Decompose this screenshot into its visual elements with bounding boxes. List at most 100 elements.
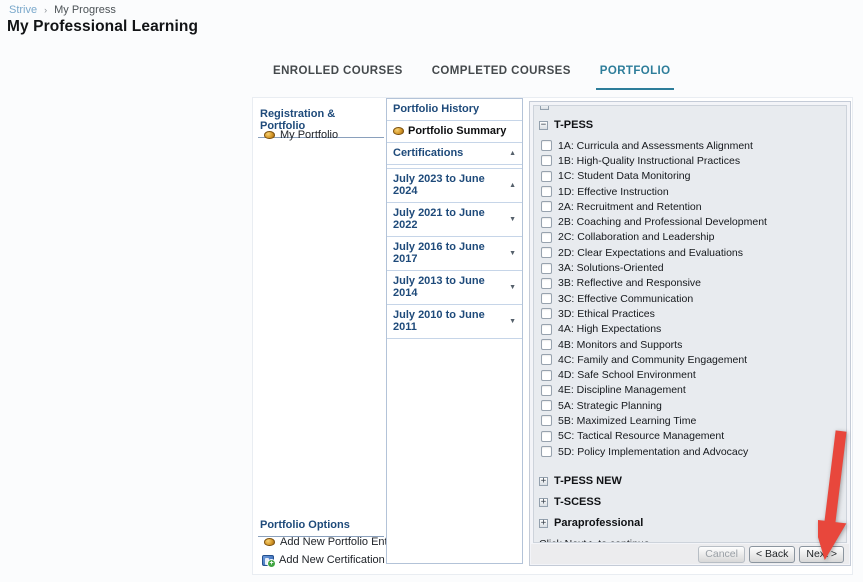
rubric-checkbox-row[interactable]: 3D: Ethical Practices	[539, 306, 842, 321]
rubric-checkbox-row[interactable]: 1C: Student Data Monitoring	[539, 169, 842, 184]
tab-portfolio[interactable]: PORTFOLIO	[596, 55, 675, 90]
breadcrumb: Strive › My Progress	[9, 4, 116, 16]
period-label: July 2016 to June 2017	[393, 241, 509, 265]
checkbox-unchecked[interactable]	[541, 324, 552, 335]
next-button[interactable]: Next >	[799, 546, 844, 563]
checkbox-unchecked[interactable]	[541, 415, 552, 426]
period-label: July 2010 to June 2011	[393, 309, 509, 333]
rubric-checkbox-row[interactable]: 5D: Policy Implementation and Advocacy	[539, 444, 842, 459]
expand-arrow-icon[interactable]: ▼	[509, 284, 516, 291]
expand-arrow-icon[interactable]: ▼	[509, 250, 516, 257]
breadcrumb-current: My Progress	[54, 4, 116, 16]
checkbox-unchecked[interactable]	[541, 370, 552, 381]
truncated-expand-icon	[540, 106, 549, 110]
rubric-checkbox-row[interactable]: 3B: Reflective and Responsive	[539, 276, 842, 291]
rubric-checkbox-row[interactable]: 4C: Family and Community Engagement	[539, 352, 842, 367]
tpess-checkbox-list: 1A: Curricula and Assessments Alignment …	[539, 138, 842, 459]
rubric-checkbox-row[interactable]: 3C: Effective Communication	[539, 291, 842, 306]
checkbox-unchecked[interactable]	[541, 431, 552, 442]
rubric-checkbox-row[interactable]: 2B: Coaching and Professional Developmen…	[539, 214, 842, 229]
checkbox-unchecked[interactable]	[541, 232, 552, 243]
certification-period-row[interactable]: July 2016 to June 2017 ▼	[387, 236, 522, 271]
rubric-checkbox-row[interactable]: 5B: Maximized Learning Time	[539, 413, 842, 428]
checkbox-unchecked[interactable]	[541, 278, 552, 289]
checkbox-unchecked[interactable]	[541, 339, 552, 350]
tree-group-collapsed[interactable]: + T-PESS NEW	[539, 475, 842, 487]
checkbox-unchecked[interactable]	[541, 201, 552, 212]
rubric-checkbox-row[interactable]: 5A: Strategic Planning	[539, 398, 842, 413]
page-title: My Professional Learning	[7, 18, 198, 36]
cancel-button[interactable]: Cancel	[698, 546, 745, 563]
group-label: T-PESS NEW	[554, 475, 622, 487]
expand-plus-icon[interactable]: +	[539, 519, 548, 528]
expand-arrow-icon[interactable]: ▲	[509, 182, 516, 189]
rubric-item-label: 4B: Monitors and Supports	[558, 339, 682, 351]
certification-period-row[interactable]: July 2021 to June 2022 ▼	[387, 202, 522, 237]
rubric-checkbox-row[interactable]: 4A: High Expectations	[539, 322, 842, 337]
rubric-checkbox-row[interactable]: 5C: Tactical Resource Management	[539, 429, 842, 444]
certification-period-row[interactable]: July 2023 to June 2024 ▲	[387, 168, 522, 203]
checkbox-unchecked[interactable]	[541, 354, 552, 365]
rubric-checkbox-row[interactable]: 4B: Monitors and Supports	[539, 337, 842, 352]
rubric-checkbox-row[interactable]: 1D: Effective Instruction	[539, 184, 842, 199]
tab-completed-courses[interactable]: COMPLETED COURSES	[428, 55, 575, 90]
collapse-minus-icon[interactable]: −	[539, 121, 548, 130]
breadcrumb-separator-icon: ›	[44, 5, 47, 15]
my-portfolio-item[interactable]: My Portfolio	[264, 129, 338, 141]
rubric-checkbox-row[interactable]: 2A: Recruitment and Retention	[539, 199, 842, 214]
expand-plus-icon[interactable]: +	[539, 498, 548, 507]
tree-group-tpess[interactable]: − T-PESS	[539, 119, 842, 131]
portfolio-summary-item[interactable]: Portfolio Summary	[387, 121, 522, 143]
checkbox-unchecked[interactable]	[541, 171, 552, 182]
checkbox-unchecked[interactable]	[541, 155, 552, 166]
rubric-checkbox-row[interactable]: 4E: Discipline Management	[539, 383, 842, 398]
rubric-checkbox-row[interactable]: 2C: Collaboration and Leadership	[539, 230, 842, 245]
checkbox-unchecked[interactable]	[541, 308, 552, 319]
checkbox-unchecked[interactable]	[541, 446, 552, 457]
tab-enrolled-courses[interactable]: ENROLLED COURSES	[269, 55, 407, 90]
checkbox-unchecked[interactable]	[541, 217, 552, 228]
expand-plus-icon[interactable]: +	[539, 477, 548, 486]
gold-gem-icon	[264, 131, 275, 139]
rubric-checkbox-row[interactable]: 1A: Curricula and Assessments Alignment	[539, 138, 842, 153]
checkbox-unchecked[interactable]	[541, 140, 552, 151]
add-new-portfolio-entry-item[interactable]: Add New Portfolio Entry	[264, 536, 397, 548]
checkbox-unchecked[interactable]	[541, 247, 552, 258]
rubric-checkbox-row[interactable]: 4D: Safe School Environment	[539, 367, 842, 382]
back-button[interactable]: < Back	[749, 546, 795, 563]
certifications-header[interactable]: Certifications ▲	[387, 143, 522, 165]
rubric-checkbox-row[interactable]: 3A: Solutions-Oriented	[539, 260, 842, 275]
rubric-item-label: 1D: Effective Instruction	[558, 186, 669, 198]
collapse-arrow-icon[interactable]: ▲	[509, 150, 516, 157]
certifications-label: Certifications	[393, 147, 463, 159]
rubric-item-label: 1B: High-Quality Instructional Practices	[558, 155, 740, 167]
tree-group-collapsed[interactable]: + Paraprofessional	[539, 517, 842, 529]
portfolio-history-header: Portfolio History	[387, 99, 522, 121]
breadcrumb-home-link[interactable]: Strive	[9, 4, 37, 16]
checkbox-unchecked[interactable]	[541, 293, 552, 304]
add-new-certification-item[interactable]: Add New Certification	[262, 554, 385, 566]
rubric-item-label: 1A: Curricula and Assessments Alignment	[558, 140, 753, 152]
rubric-checkbox-row[interactable]: 2D: Clear Expectations and Evaluations	[539, 245, 842, 260]
period-label: July 2021 to June 2022	[393, 207, 509, 231]
checkbox-unchecked[interactable]	[541, 385, 552, 396]
rubric-item-label: 1C: Student Data Monitoring	[558, 170, 691, 182]
rubric-item-label: 2C: Collaboration and Leadership	[558, 231, 714, 243]
rubric-checkbox-row[interactable]: 1B: High-Quality Instructional Practices	[539, 153, 842, 168]
certification-period-row[interactable]: July 2013 to June 2014 ▼	[387, 270, 522, 305]
expand-arrow-icon[interactable]: ▼	[509, 318, 516, 325]
checkbox-unchecked[interactable]	[541, 400, 552, 411]
certification-period-row[interactable]: July 2010 to June 2011 ▼	[387, 304, 522, 339]
expand-arrow-icon[interactable]: ▼	[509, 216, 516, 223]
certification-periods-list: July 2023 to June 2024 ▲ July 2021 to Ju…	[387, 168, 522, 339]
rubric-item-label: 5A: Strategic Planning	[558, 400, 662, 412]
wizard-footer: Cancel < Back Next >	[531, 544, 849, 564]
tree-group-collapsed[interactable]: + T-SCESS	[539, 496, 842, 508]
portfolio-history-label: Portfolio History	[393, 103, 479, 115]
rubric-item-label: 5D: Policy Implementation and Advocacy	[558, 446, 748, 458]
checkbox-unchecked[interactable]	[541, 186, 552, 197]
portfolio-content-area: Registration & Portfolio My Portfolio Po…	[252, 97, 853, 575]
portfolio-summary-label: Portfolio Summary	[408, 125, 506, 137]
tab-bar: ENROLLED COURSES COMPLETED COURSES PORTF…	[269, 55, 674, 90]
checkbox-unchecked[interactable]	[541, 263, 552, 274]
